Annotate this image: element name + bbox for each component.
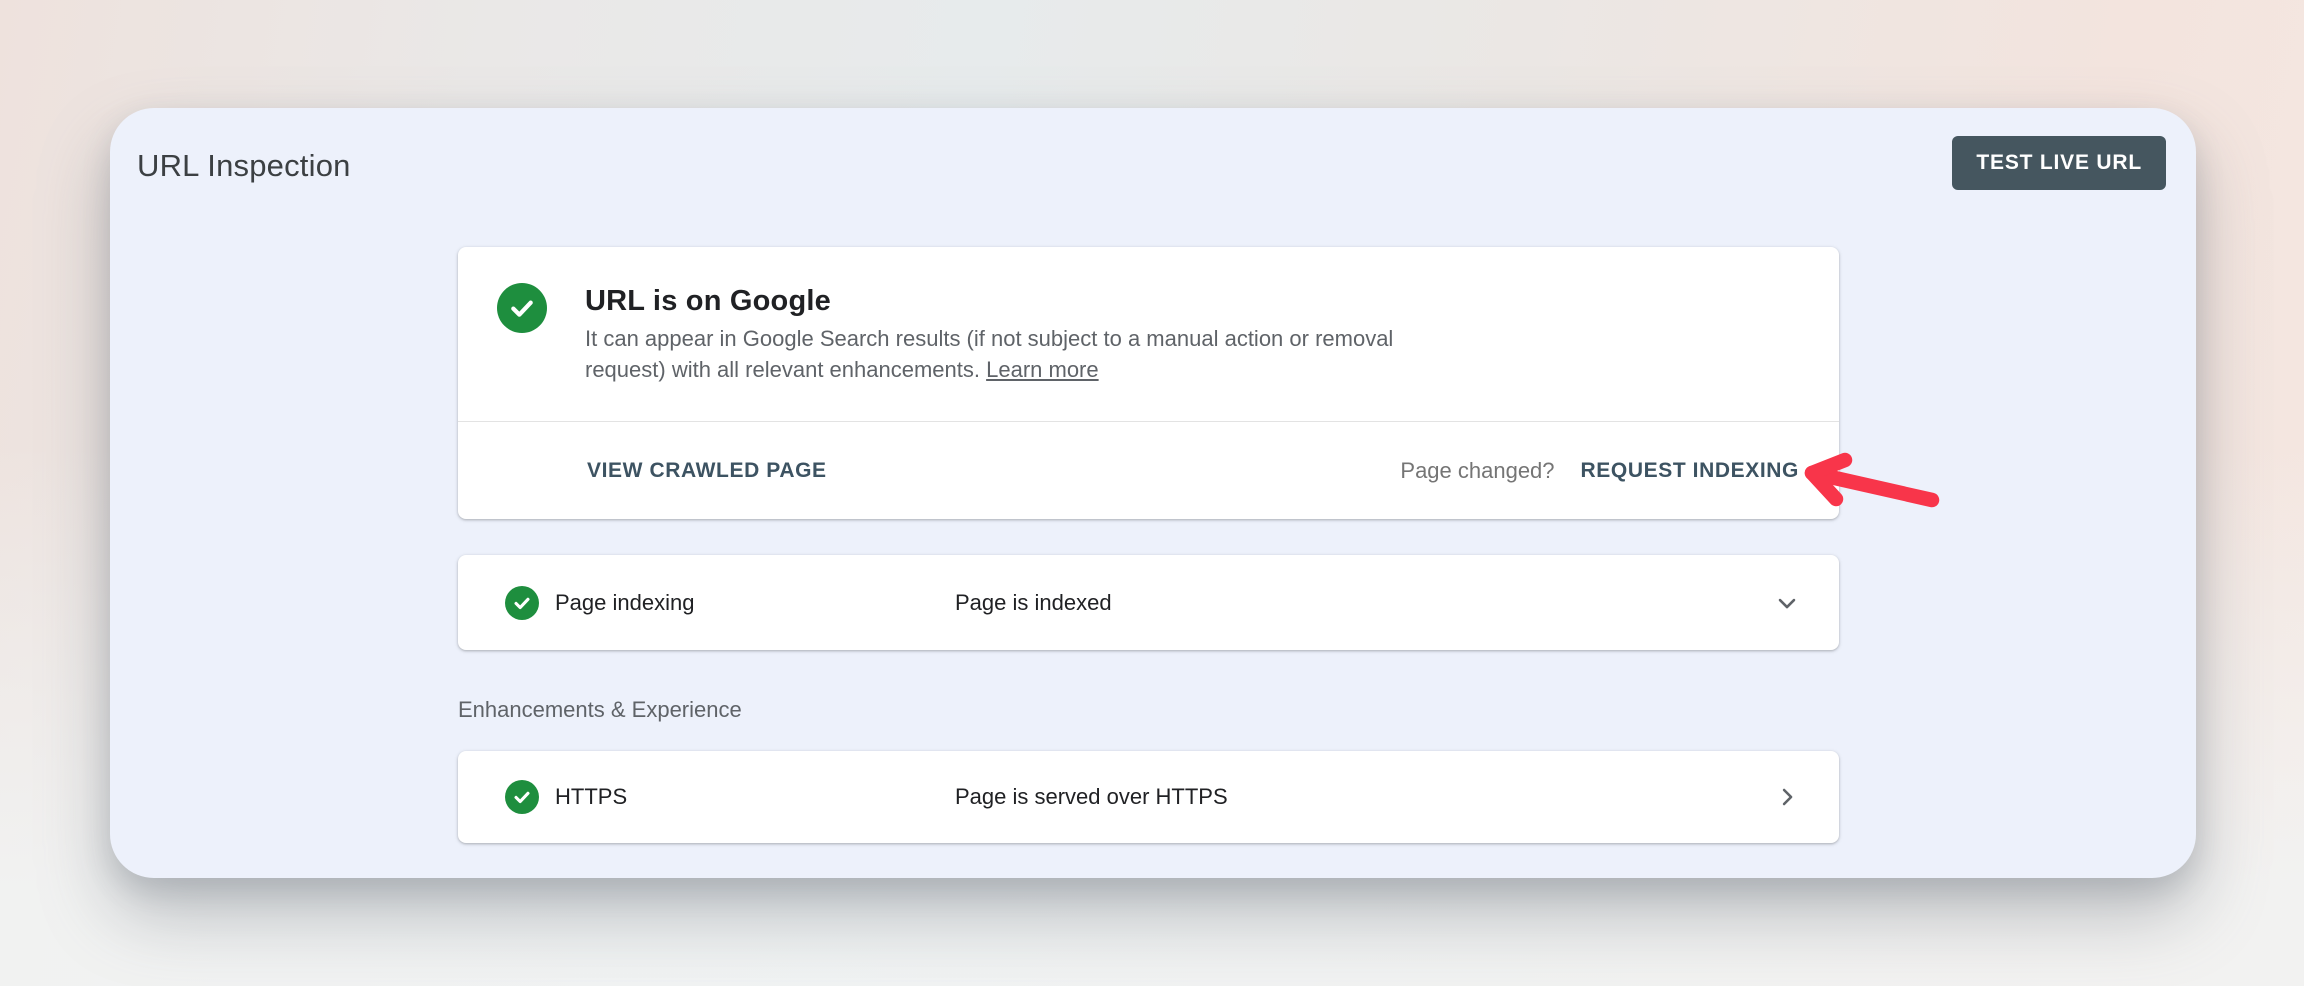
page-indexing-row[interactable]: Page indexing Page is indexed	[458, 555, 1839, 650]
view-crawled-page-button[interactable]: VIEW CRAWLED PAGE	[587, 459, 827, 483]
url-inspection-panel: URL Inspection TEST LIVE URL URL is on G…	[110, 108, 2196, 878]
row-label: HTTPS	[555, 784, 627, 810]
check-circle-icon	[505, 780, 539, 814]
actions-right-group: Page changed? REQUEST INDEXING	[1400, 422, 1799, 519]
row-value: Page is served over HTTPS	[955, 784, 1228, 810]
verdict-card: URL is on Google It can appear in Google…	[458, 247, 1839, 519]
screen: URL Inspection TEST LIVE URL URL is on G…	[0, 0, 2304, 986]
test-live-url-button[interactable]: TEST LIVE URL	[1952, 136, 2166, 190]
verdict-actions-bar: VIEW CRAWLED PAGE Page changed? REQUEST …	[458, 422, 1839, 519]
verdict-description: It can appear in Google Search results (…	[585, 323, 1445, 385]
chevron-right-icon[interactable]	[1773, 783, 1801, 811]
learn-more-link[interactable]: Learn more	[986, 357, 1099, 382]
check-circle-icon	[505, 586, 539, 620]
page-title: URL Inspection	[137, 148, 351, 184]
verdict-title: URL is on Google	[585, 285, 831, 318]
page-changed-label: Page changed?	[1400, 458, 1554, 484]
row-value: Page is indexed	[955, 590, 1112, 616]
row-label: Page indexing	[555, 590, 694, 616]
check-circle-icon	[497, 283, 547, 333]
request-indexing-button[interactable]: REQUEST INDEXING	[1581, 459, 1799, 483]
https-row[interactable]: HTTPS Page is served over HTTPS	[458, 751, 1839, 843]
chevron-down-icon[interactable]	[1773, 589, 1801, 617]
enhancements-section-heading: Enhancements & Experience	[458, 697, 742, 723]
